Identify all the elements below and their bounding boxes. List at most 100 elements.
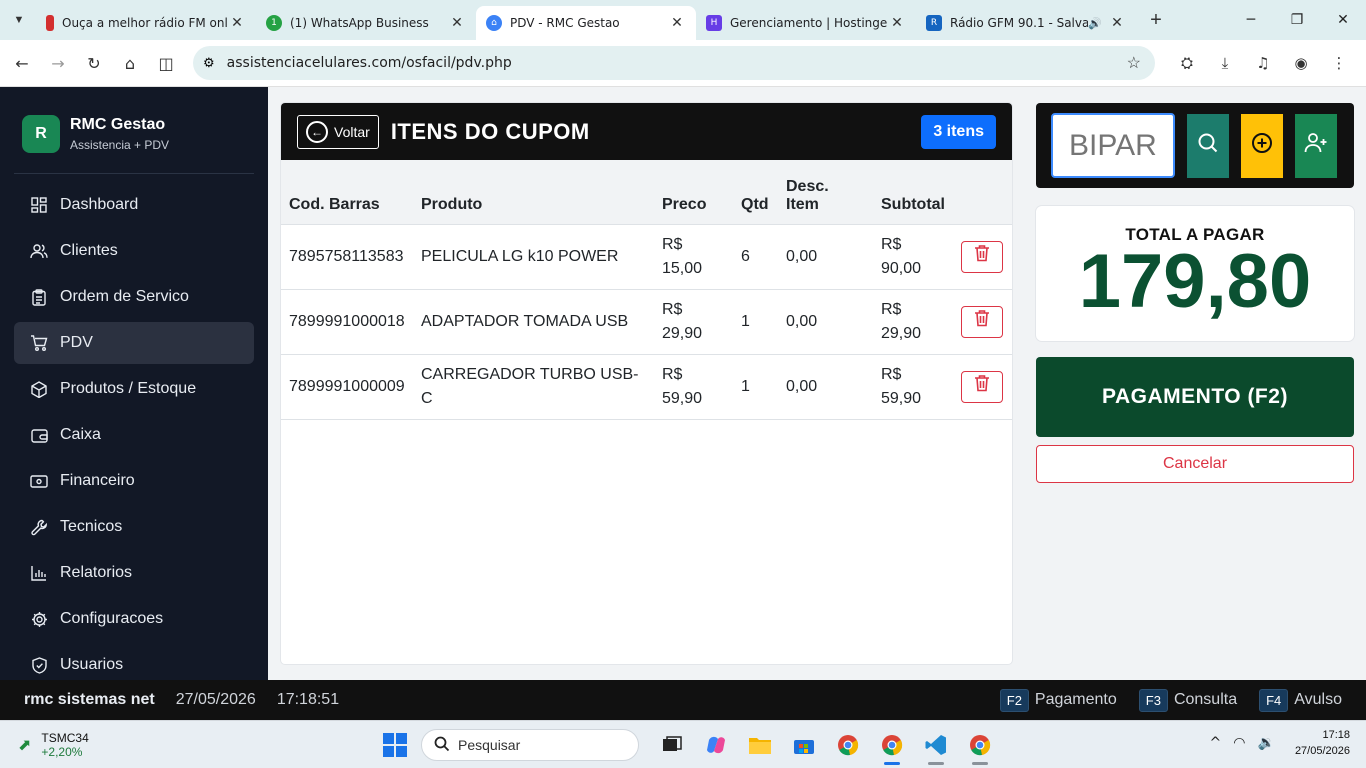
tab-search-button[interactable]: ▼ bbox=[6, 7, 32, 33]
cancel-button[interactable]: Cancelar bbox=[1036, 445, 1354, 483]
task-view-icon[interactable] bbox=[650, 729, 694, 761]
cell-qty: 6 bbox=[733, 224, 778, 290]
close-tab-icon[interactable]: ✕ bbox=[228, 15, 246, 31]
url-text[interactable]: assistenciacelulares.com/osfacil/pdv.php bbox=[227, 55, 512, 71]
speaker-icon[interactable]: 🔊 bbox=[1088, 17, 1102, 30]
sidebar-item-produtos-estoque[interactable]: Produtos / Estoque bbox=[14, 368, 254, 410]
trend-up-icon: ⬈ bbox=[18, 735, 32, 754]
close-tab-icon[interactable]: ✕ bbox=[448, 15, 466, 31]
scan-panel bbox=[1036, 103, 1354, 188]
wifi-icon[interactable]: ◠ bbox=[1233, 735, 1245, 751]
cell-barcode: 7899991000018 bbox=[281, 289, 413, 355]
col-qtd: Qtd bbox=[733, 160, 778, 225]
sidebar-item-relatorios[interactable]: Relatorios bbox=[14, 552, 254, 594]
browser-tab-active[interactable]: ⌂ PDV - RMC Gestao ✕ bbox=[476, 6, 696, 40]
sidebar-item-ordem-servico[interactable]: Ordem de Servico bbox=[14, 276, 254, 318]
hotkey-key: F2 bbox=[999, 688, 1029, 712]
close-tab-icon[interactable]: ✕ bbox=[1108, 15, 1126, 31]
sidebar-item-caixa[interactable]: Caixa bbox=[14, 414, 254, 456]
home-icon[interactable]: ⌂ bbox=[112, 45, 148, 81]
system-clock[interactable]: 17:18 27/05/2026 bbox=[1295, 727, 1350, 759]
add-item-button[interactable] bbox=[1241, 113, 1283, 178]
stock-widget[interactable]: ⬈ TSMC34 +2,20% bbox=[18, 731, 89, 759]
remove-item-button[interactable] bbox=[961, 240, 1003, 273]
sidebar-item-usuarios[interactable]: Usuarios bbox=[14, 644, 254, 680]
remove-item-button[interactable] bbox=[961, 305, 1003, 338]
close-window-icon[interactable]: ✕ bbox=[1320, 0, 1366, 40]
split-view-icon[interactable]: ◫ bbox=[148, 45, 184, 81]
download-icon[interactable]: ⤓ bbox=[1206, 46, 1244, 80]
incognito-icon[interactable]: ⛭ bbox=[1168, 46, 1206, 80]
close-tab-icon[interactable]: ✕ bbox=[668, 15, 686, 31]
add-customer-button[interactable] bbox=[1295, 113, 1337, 178]
col-produto: Produto bbox=[413, 160, 654, 225]
payment-button[interactable]: PAGAMENTO (F2) bbox=[1036, 357, 1354, 437]
forward-arrow-icon[interactable]: → bbox=[40, 45, 76, 81]
browser-toolbar: ← → ↻ ⌂ ◫ ⚙ assistenciacelulares.com/osf… bbox=[0, 40, 1366, 87]
reload-icon[interactable]: ↻ bbox=[76, 45, 112, 81]
footer-brand: rmc sistemas net bbox=[24, 691, 155, 708]
new-tab-button[interactable]: + bbox=[1142, 9, 1170, 32]
hotkey-legend: F2 Pagamento F3 Consulta F4 Avulso bbox=[999, 688, 1342, 712]
windows-start-icon[interactable] bbox=[383, 733, 407, 757]
col-preco: Preco bbox=[654, 160, 733, 225]
hotkey-pagamento[interactable]: F2 Pagamento bbox=[999, 688, 1117, 712]
site-info-icon[interactable]: ⚙ bbox=[203, 55, 215, 71]
search-product-button[interactable] bbox=[1187, 113, 1229, 178]
profile-icon[interactable]: ◉ bbox=[1282, 46, 1320, 80]
minimize-icon[interactable]: ─ bbox=[1228, 0, 1274, 40]
window-controls: ─ ❐ ✕ bbox=[1228, 0, 1366, 40]
sidebar-item-financeiro[interactable]: Financeiro bbox=[14, 460, 254, 502]
cart-icon bbox=[30, 334, 48, 352]
table-header-row: Cod. Barras Produto Preco Qtd Desc. Item… bbox=[281, 160, 1012, 225]
chevron-up-icon[interactable]: ^ bbox=[1210, 735, 1222, 751]
file-explorer-icon[interactable] bbox=[738, 729, 782, 761]
stock-name: TSMC34 bbox=[41, 730, 89, 745]
total-card: TOTAL A PAGAR 179,80 bbox=[1036, 206, 1354, 341]
sidebar-item-tecnicos[interactable]: Tecnicos bbox=[14, 506, 254, 548]
search-icon bbox=[434, 736, 450, 755]
wrench-icon bbox=[30, 518, 48, 536]
back-arrow-icon[interactable]: ← bbox=[4, 45, 40, 81]
browser-tab[interactable]: Ouça a melhor rádio FM onli ✕ bbox=[36, 6, 256, 40]
hotkey-avulso[interactable]: F4 Avulso bbox=[1259, 688, 1342, 712]
chrome-profile-icon[interactable] bbox=[870, 729, 914, 765]
bookmark-star-icon[interactable]: ☆ bbox=[1127, 53, 1141, 73]
box-icon bbox=[30, 380, 48, 398]
arrow-left-circle-icon: ← bbox=[306, 120, 328, 143]
sidebar-item-clientes[interactable]: Clientes bbox=[14, 230, 254, 272]
sidebar-item-pdv[interactable]: PDV bbox=[14, 322, 254, 364]
restore-icon[interactable]: ❐ bbox=[1274, 0, 1320, 40]
items-count-badge: 3 itens bbox=[921, 114, 996, 149]
toolbar-actions: ⛭ ⤓ ♫ ◉ ⋮ bbox=[1168, 46, 1358, 80]
cell-barcode: 7899991000009 bbox=[281, 354, 413, 420]
cupom-header: ← Voltar ITENS DO CUPOM 3 itens bbox=[281, 103, 1012, 160]
stock-change: +2,20% bbox=[41, 744, 83, 759]
copilot-icon[interactable] bbox=[694, 729, 738, 761]
taskbar-search[interactable]: Pesquisar bbox=[421, 729, 639, 761]
remove-item-button[interactable] bbox=[961, 370, 1003, 403]
menu-kebab-icon[interactable]: ⋮ bbox=[1320, 46, 1358, 80]
browser-tabstrip: ▼ Ouça a melhor rádio FM onli ✕ 1 (1) Wh… bbox=[0, 0, 1366, 40]
sidebar-item-dashboard[interactable]: Dashboard bbox=[14, 184, 254, 226]
system-tray: ^ ◠ 🔉 17:18 27/05/2026 bbox=[1204, 727, 1350, 759]
volume-icon[interactable]: 🔉 bbox=[1258, 735, 1275, 751]
close-tab-icon[interactable]: ✕ bbox=[888, 15, 906, 31]
cell-discount: 0,00 bbox=[778, 354, 873, 420]
store-icon[interactable] bbox=[782, 729, 826, 761]
media-control-icon[interactable]: ♫ bbox=[1244, 46, 1282, 80]
browser-tab[interactable]: R Rádio GFM 90.1 - Salvado 🔊 ✕ bbox=[916, 6, 1136, 40]
voltar-button[interactable]: ← Voltar bbox=[297, 114, 379, 149]
sidebar-item-configuracoes[interactable]: Configuracoes bbox=[14, 598, 254, 640]
bar-chart-icon bbox=[30, 564, 48, 582]
chrome-alt-icon[interactable] bbox=[958, 729, 1002, 765]
barcode-input[interactable] bbox=[1051, 113, 1175, 178]
chrome-icon[interactable] bbox=[826, 729, 870, 761]
browser-tab[interactable]: H Gerenciamento | Hostinger ✕ bbox=[696, 6, 916, 40]
vscode-icon[interactable] bbox=[914, 729, 958, 765]
hotkey-consulta[interactable]: F3 Consulta bbox=[1138, 688, 1237, 712]
browser-tab[interactable]: 1 (1) WhatsApp Business ✕ bbox=[256, 6, 476, 40]
address-bar[interactable]: ⚙ assistenciacelulares.com/osfacil/pdv.p… bbox=[193, 46, 1155, 80]
radio-gfm-favicon-icon: R bbox=[926, 15, 942, 31]
cell-subtotal: R$ 29,90 bbox=[873, 289, 953, 355]
